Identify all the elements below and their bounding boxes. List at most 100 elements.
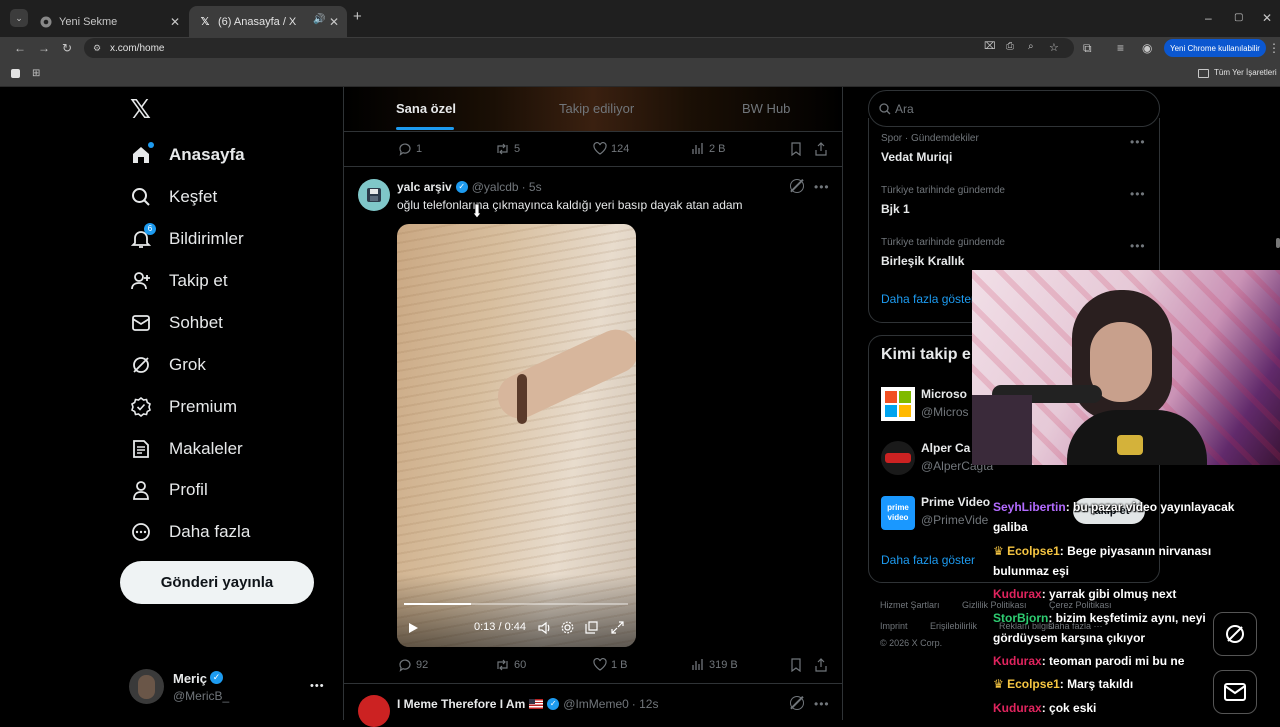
post-avatar[interactable] xyxy=(358,179,390,211)
sidebar-item-profil[interactable]: Profil xyxy=(130,475,208,505)
sidebar-item-keşfet[interactable]: Keşfet xyxy=(130,182,217,212)
bookmark-icon[interactable] xyxy=(790,658,802,672)
sidebar-item-anasayfa[interactable]: Anasayfa xyxy=(130,140,245,170)
views-button[interactable]: 319 B xyxy=(691,658,738,671)
footer-link[interactable]: Hizmet Şartları xyxy=(880,600,940,610)
next-post-avatar[interactable] xyxy=(358,695,390,727)
show-more-trends-link[interactable]: Daha fazla göster xyxy=(881,292,975,306)
account-menu-icon[interactable]: ••• xyxy=(310,680,325,692)
apps-grid-icon[interactable]: ⊞ xyxy=(32,68,40,80)
sidebar-item-daha-fazla[interactable]: Daha fazla xyxy=(130,517,250,547)
chrome-update-button[interactable]: Yeni Chrome kullanılabilir xyxy=(1164,39,1266,57)
next-post-author-name[interactable]: I Meme Therefore I Am xyxy=(397,697,525,711)
follow-name[interactable]: Alper Ca xyxy=(921,441,970,455)
trend-title[interactable]: Vedat Muriqi xyxy=(881,150,952,164)
tab-new-tab[interactable]: Yeni Sekme ✕ xyxy=(30,6,188,37)
show-more-follow-link[interactable]: Daha fazla göster xyxy=(881,553,975,567)
tab-search-icon[interactable]: ⌄ xyxy=(10,9,28,27)
back-icon[interactable]: ← xyxy=(14,42,26,54)
grok-icon[interactable] xyxy=(790,695,804,710)
account-name[interactable]: Meriç ✓ xyxy=(173,671,223,686)
share-icon[interactable] xyxy=(814,142,828,156)
like-button[interactable]: 124 xyxy=(593,142,629,155)
trend-more-icon[interactable]: ••• xyxy=(1130,135,1146,149)
next-post-time[interactable]: · 12s xyxy=(632,697,659,711)
reply-button[interactable]: 92 xyxy=(398,658,428,672)
star-bookmark-icon[interactable]: ☆ xyxy=(1049,41,1059,54)
tab-following[interactable]: Takip ediliyor xyxy=(559,101,634,116)
heart-icon xyxy=(593,142,607,155)
alper-avatar[interactable] xyxy=(881,441,915,475)
post-author-name[interactable]: yalc arşiv xyxy=(397,180,452,194)
tab-bw-hub[interactable]: BW Hub xyxy=(742,101,790,116)
forward-icon[interactable]: → xyxy=(38,42,50,54)
reply-button[interactable]: 1 xyxy=(398,142,422,156)
maximize-button[interactable]: ▢ xyxy=(1234,12,1243,24)
follow-name[interactable]: Prime Video xyxy=(921,495,990,509)
camera-off-icon[interactable]: ⌧ xyxy=(984,41,996,52)
post-more-icon[interactable]: ••• xyxy=(814,697,830,711)
picture-in-picture-icon[interactable] xyxy=(585,621,598,634)
x-logo-icon[interactable]: 𝕏 xyxy=(130,96,154,122)
install-icon[interactable]: ⎙ xyxy=(1006,41,1014,52)
play-icon[interactable] xyxy=(408,622,419,634)
post-author-handle[interactable]: @yalcdb xyxy=(472,180,519,194)
grok-fab-button[interactable] xyxy=(1213,612,1257,656)
next-post-author-handle[interactable]: @ImMeme0 xyxy=(563,697,629,711)
chat-username: Kudurax xyxy=(993,701,1042,715)
scrollbar-thumb[interactable] xyxy=(1276,238,1280,248)
video-progress-track[interactable] xyxy=(404,603,628,605)
post-more-icon[interactable]: ••• xyxy=(814,180,830,194)
share-icon[interactable] xyxy=(814,658,828,672)
footer-link[interactable]: Imprint xyxy=(880,621,908,631)
prime-video-logo-icon[interactable]: prime video xyxy=(881,496,915,530)
address-bar[interactable]: ⚙ x.com/home ⌧ ⎙ ⌕ ☆ xyxy=(84,38,1074,58)
post-time[interactable]: · 5s xyxy=(522,180,542,194)
close-window-button[interactable]: ✕ xyxy=(1262,12,1272,24)
microsoft-logo-icon[interactable] xyxy=(881,387,915,421)
extensions-icon[interactable]: ⧉ xyxy=(1083,42,1092,54)
avatar[interactable] xyxy=(129,669,164,704)
minimize-button[interactable]: – xyxy=(1205,12,1212,24)
close-tab-icon[interactable]: ✕ xyxy=(170,15,180,29)
follow-name[interactable]: Microso xyxy=(921,387,967,401)
volume-icon[interactable] xyxy=(538,621,552,635)
sidebar-item-grok[interactable]: Grok xyxy=(130,350,206,380)
bookmark-icon[interactable] xyxy=(790,142,802,156)
fullscreen-icon[interactable] xyxy=(611,621,624,634)
views-button[interactable]: 2 B xyxy=(691,142,726,155)
tab-for-you[interactable]: Sana özel xyxy=(396,101,456,116)
trend-more-icon[interactable]: ••• xyxy=(1130,187,1146,201)
zoom-icon[interactable]: ⌕ xyxy=(1028,41,1034,52)
repost-button[interactable]: 60 xyxy=(495,658,526,672)
all-bookmarks-link[interactable]: Tüm Yer İşaretleri xyxy=(1214,68,1277,77)
footer-link[interactable]: Erişilebilirlik xyxy=(930,621,977,631)
new-tab-button[interactable]: + xyxy=(353,9,362,24)
trend-title[interactable]: Birleşik Krallık xyxy=(881,254,964,268)
site-info-icon[interactable]: ⚙ xyxy=(93,43,101,54)
repost-button[interactable]: 5 xyxy=(495,142,520,156)
reload-icon[interactable]: ↻ xyxy=(62,42,72,54)
trend-more-icon[interactable]: ••• xyxy=(1130,239,1146,253)
chrome-icon xyxy=(40,16,52,28)
media-controls-icon[interactable]: ≡ xyxy=(1117,42,1124,54)
tab-group-icon[interactable] xyxy=(11,69,20,78)
like-button[interactable]: 1 B xyxy=(593,658,628,671)
messages-fab-button[interactable] xyxy=(1213,670,1257,714)
sidebar-item-takip-et[interactable]: Takip et xyxy=(130,266,228,296)
close-tab-icon[interactable]: ✕ xyxy=(329,15,339,29)
profile-circle-icon[interactable]: ◉ xyxy=(1142,42,1152,54)
speaker-icon[interactable]: 🔊 xyxy=(313,14,325,25)
sidebar-item-makaleler[interactable]: Makaleler xyxy=(130,434,243,464)
tab-x-home[interactable]: 𝕏 (6) Anasayfa / X 🔊 ✕ xyxy=(189,6,347,37)
settings-gear-icon[interactable] xyxy=(561,621,574,634)
sidebar-item-premium[interactable]: Premium xyxy=(130,392,237,422)
sidebar-item-bildirimler[interactable]: 6 Bildirimler xyxy=(130,223,244,254)
post-video[interactable]: 0:13 / 0:44 xyxy=(397,224,636,647)
sidebar-item-sohbet[interactable]: Sohbet xyxy=(130,308,223,338)
trend-title[interactable]: Bjk 1 xyxy=(881,202,910,216)
grok-icon[interactable] xyxy=(790,178,804,193)
mail-icon xyxy=(130,312,152,334)
menu-kebab-icon[interactable]: ⋮ xyxy=(1268,42,1280,54)
post-button[interactable]: Gönderi yayınla xyxy=(120,561,314,604)
